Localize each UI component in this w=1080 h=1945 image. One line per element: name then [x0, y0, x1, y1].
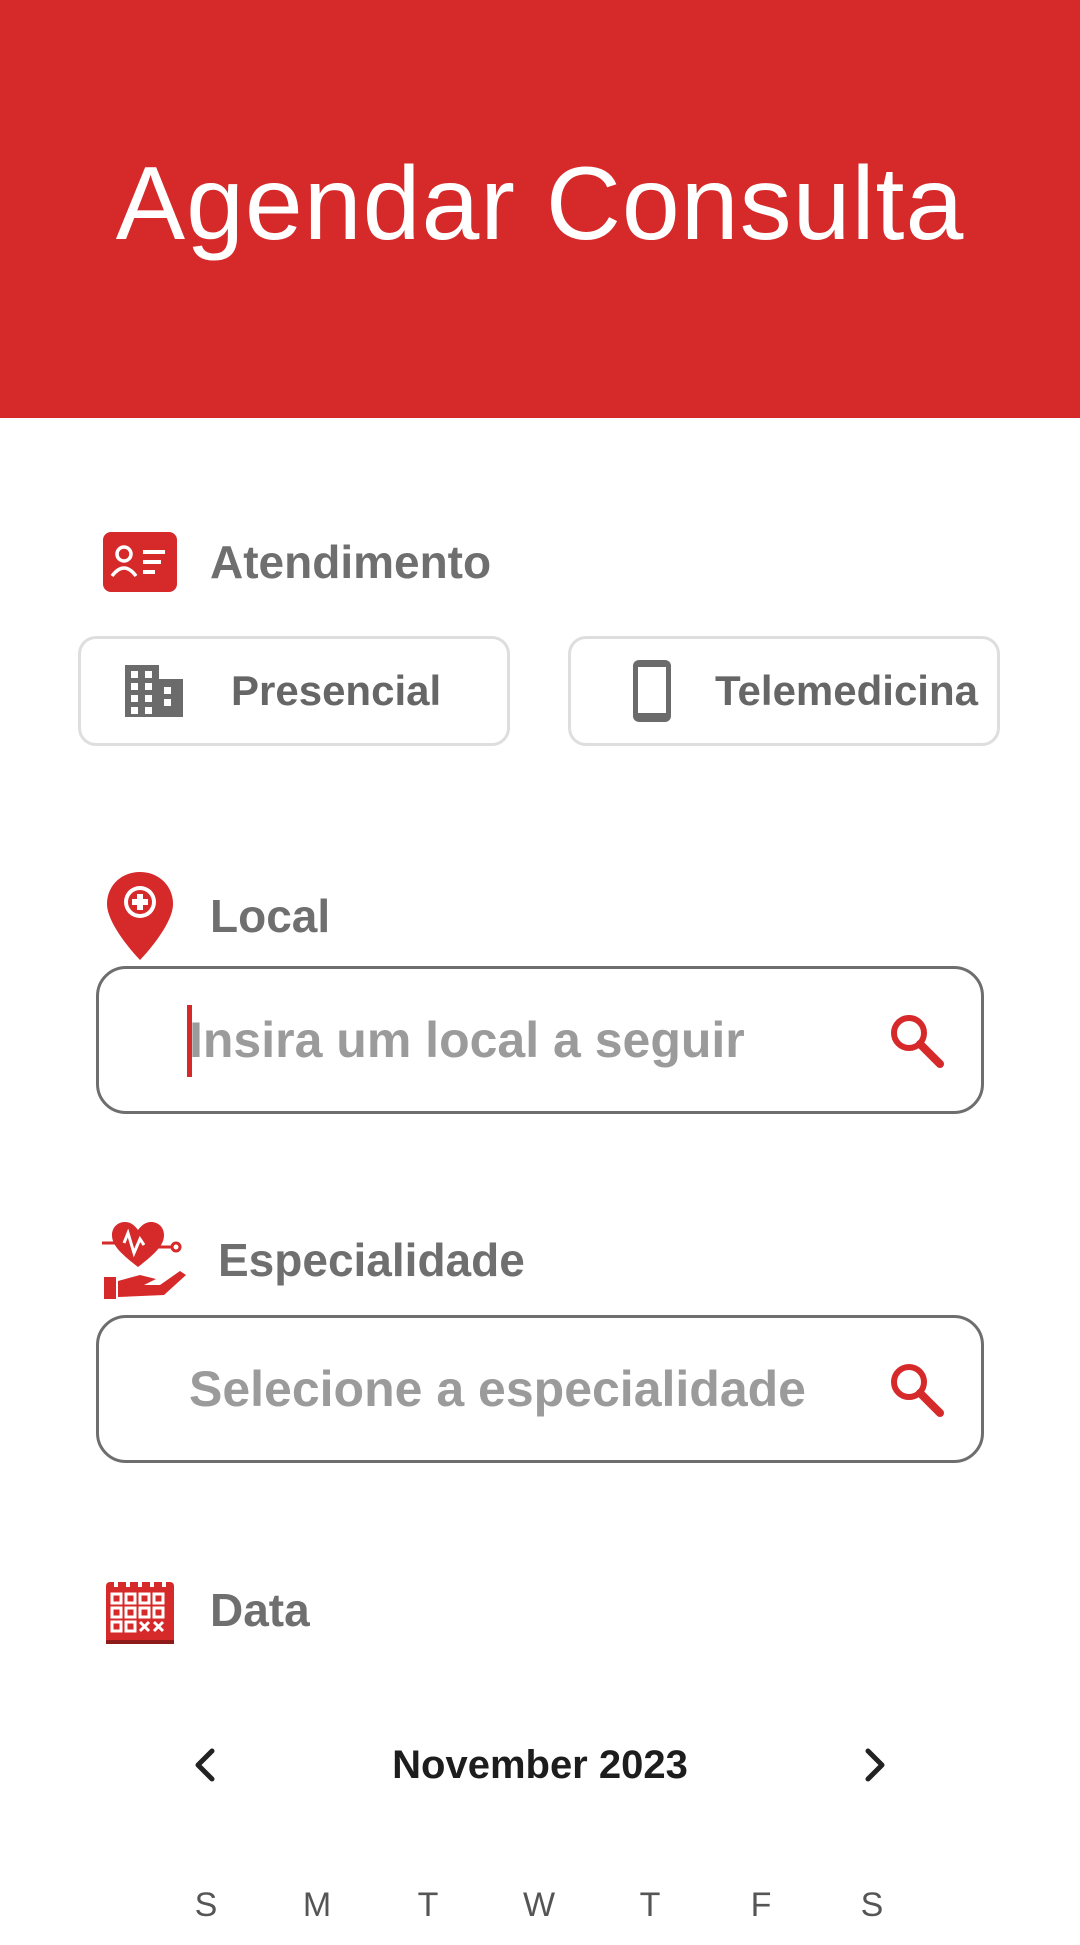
weekday-label: W [522, 1886, 556, 1924]
map-pin-plus-icon [100, 870, 180, 962]
search-icon[interactable] [885, 1009, 947, 1071]
search-icon[interactable] [885, 1358, 947, 1420]
weekday-label: T [639, 1886, 661, 1924]
presencial-button[interactable]: Presencial [78, 636, 510, 746]
page-title: Agendar Consulta [115, 145, 965, 262]
weekday-label: S [860, 1886, 884, 1924]
id-card-icon [100, 522, 180, 602]
heart-hand-icon [100, 1220, 188, 1300]
telemedicina-button[interactable]: Telemedicina [568, 636, 1000, 746]
especialidade-search-field[interactable]: Selecione a especialidade [96, 1315, 984, 1463]
calendar-month-title: November 2023 [392, 1743, 688, 1787]
atendimento-heading: Atendimento [100, 522, 491, 602]
chevron-right-icon [865, 1748, 885, 1782]
data-heading: Data [100, 1570, 310, 1650]
local-label: Local [210, 890, 331, 942]
local-search-field[interactable]: Insira um local a seguir [96, 966, 984, 1114]
especialidade-label: Especialidade [218, 1234, 525, 1286]
building-icon [119, 656, 189, 726]
app-header: Agendar Consulta [0, 0, 1080, 418]
smartphone-icon [617, 656, 687, 726]
weekday-label: S [194, 1886, 218, 1924]
especialidade-heading: Especialidade [100, 1220, 525, 1300]
telemedicina-label: Telemedicina [715, 667, 978, 714]
weekday-label: M [302, 1886, 332, 1924]
atendimento-label: Atendimento [210, 536, 492, 588]
weekday-header-row: S M T W T F S [0, 1880, 1080, 1930]
weekday-label: T [417, 1886, 439, 1924]
calendar-icon [100, 1570, 180, 1650]
local-search-input[interactable]: Insira um local a seguir [189, 969, 745, 1111]
presencial-label: Presencial [231, 667, 442, 714]
local-heading: Local [100, 870, 330, 962]
previous-month-button[interactable] [176, 1735, 236, 1795]
next-month-button[interactable] [844, 1735, 904, 1795]
chevron-left-icon [195, 1748, 215, 1782]
especialidade-search-input[interactable]: Selecione a especialidade [189, 1318, 806, 1460]
weekday-label: F [750, 1886, 772, 1924]
data-label: Data [210, 1584, 310, 1636]
